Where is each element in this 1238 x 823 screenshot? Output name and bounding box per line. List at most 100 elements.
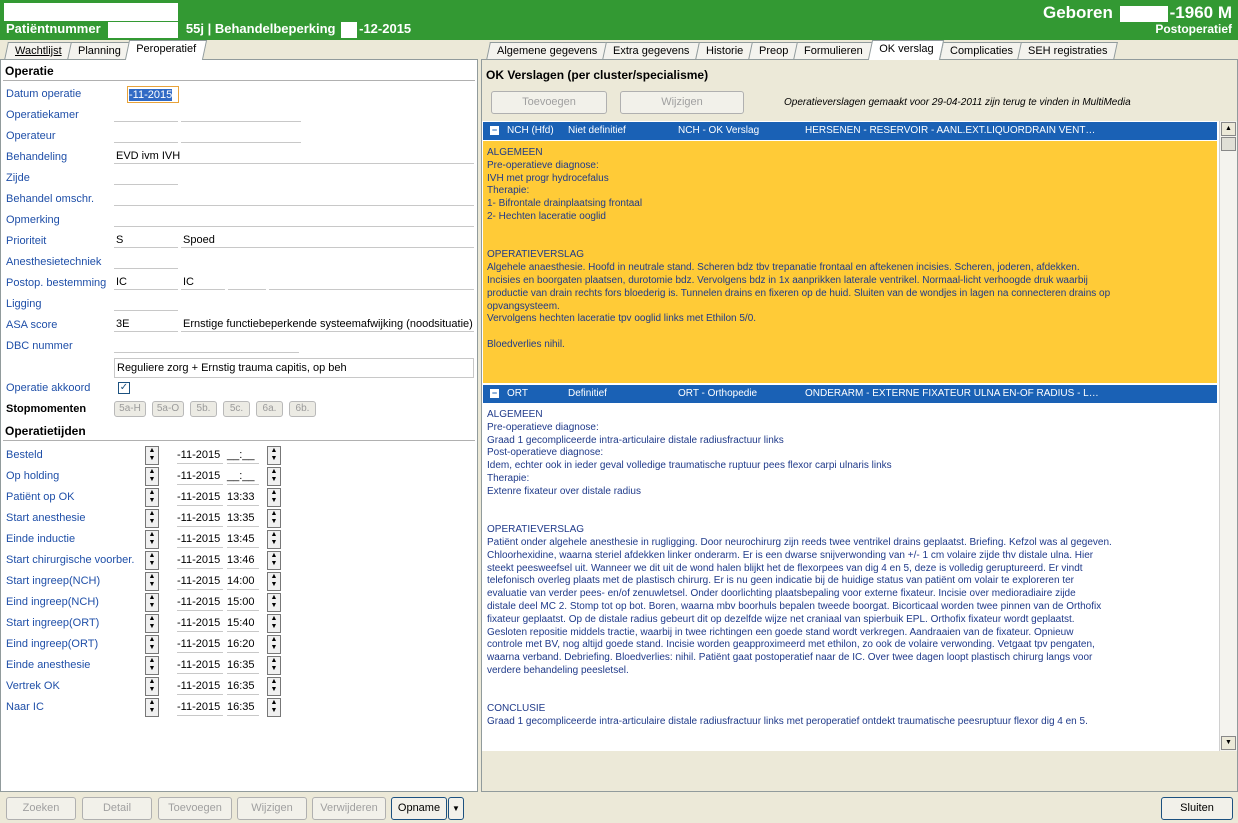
operatietijd-date[interactable]: -11-2015 [177, 615, 223, 632]
time-spinner-icon[interactable]: ▲ ▼ [267, 593, 281, 612]
operatietijd-date[interactable]: -11-2015 [177, 468, 223, 485]
asa-score-description-field[interactable]: Ernstige functiebeperkende systeemafwijk… [181, 316, 474, 332]
collapse-icon[interactable]: − [490, 126, 499, 135]
asa-score-code-field[interactable]: 3E [114, 316, 178, 332]
postop-bestemming-code-field[interactable]: IC [114, 274, 178, 290]
operatietijd-time[interactable]: 16:35 [227, 699, 259, 716]
operatietijd-date[interactable]: -11-2015 [177, 678, 223, 695]
operatietijd-date[interactable]: -11-2015 [177, 552, 223, 569]
behandeling-field[interactable]: EVD ivm IVH [114, 148, 474, 164]
date-spinner-icon[interactable]: ▲ ▼ [145, 551, 159, 570]
operatietijd-time[interactable]: 15:00 [227, 594, 259, 611]
operatietijd-time[interactable]: 16:20 [227, 636, 259, 653]
operatietijd-time[interactable]: __:__ [227, 447, 259, 464]
operatietijd-time[interactable]: 13:45 [227, 531, 259, 548]
verslag-wijzigen-button[interactable]: Wijzigen [620, 91, 744, 114]
time-spinner-icon[interactable]: ▲ ▼ [267, 656, 281, 675]
operatietijd-date[interactable]: -11-2015 [177, 699, 223, 716]
date-spinner-icon[interactable]: ▲ ▼ [145, 488, 159, 507]
sluiten-button[interactable]: Sluiten [1161, 797, 1233, 820]
tab-planning[interactable]: Planning [66, 42, 132, 60]
tab-peroperatief[interactable]: Peroperatief [125, 40, 208, 60]
report-header-nch[interactable]: − NCH (Hfd) Niet definitief NCH - OK Ver… [483, 122, 1217, 140]
tab-seh-registraties[interactable]: SEH registraties [1017, 42, 1119, 60]
time-spinner-icon[interactable]: ▲ ▼ [267, 509, 281, 528]
tab-ok-verslag[interactable]: OK verslag [867, 40, 945, 60]
tab-historie[interactable]: Historie [694, 42, 754, 60]
dbc-nummer-field[interactable] [114, 337, 299, 353]
operatietijd-time[interactable]: 13:35 [227, 510, 259, 527]
time-spinner-icon[interactable]: ▲ ▼ [267, 530, 281, 549]
detail-button[interactable]: Detail [82, 797, 152, 820]
tab-preop[interactable]: Preop [748, 42, 800, 60]
prioriteit-name-field[interactable]: Spoed [181, 232, 474, 248]
date-spinner-icon[interactable]: ▲ ▼ [145, 635, 159, 654]
operatietijd-date[interactable]: -11-2015 [177, 636, 223, 653]
operatietijd-time[interactable]: 16:35 [227, 678, 259, 695]
toevoegen-button[interactable]: Toevoegen [158, 797, 232, 820]
opname-dropdown-icon[interactable]: ▼ [448, 797, 464, 820]
zoeken-button[interactable]: Zoeken [6, 797, 76, 820]
date-spinner-icon[interactable]: ▲ ▼ [145, 656, 159, 675]
operatietijd-time[interactable]: 13:46 [227, 552, 259, 569]
time-spinner-icon[interactable]: ▲ ▼ [267, 572, 281, 591]
tab-formulieren[interactable]: Formulieren [793, 42, 874, 60]
date-spinner-icon[interactable]: ▲ ▼ [145, 530, 159, 549]
datum-operatie-field[interactable]: -11-2015 [127, 86, 179, 103]
wijzigen-button[interactable]: Wijzigen [237, 797, 307, 820]
operatietijd-time[interactable]: 15:40 [227, 615, 259, 632]
report-scrollbar[interactable]: ▲ ▼ [1219, 121, 1237, 751]
report-header-ort[interactable]: − ORT Definitief ORT - Orthopedie ONDERA… [483, 385, 1217, 403]
scroll-down-icon[interactable]: ▼ [1221, 736, 1236, 750]
scroll-thumb[interactable] [1221, 137, 1236, 151]
ligging-field[interactable] [114, 295, 178, 311]
time-spinner-icon[interactable]: ▲ ▼ [267, 698, 281, 717]
date-spinner-icon[interactable]: ▲ ▼ [145, 572, 159, 591]
time-spinner-icon[interactable]: ▲ ▼ [267, 446, 281, 465]
operatie-akkoord-checkbox[interactable]: ✓ [118, 382, 130, 394]
behandel-omschr-field[interactable] [114, 190, 474, 206]
tab-wachtlijst[interactable]: Wachtlijst [4, 42, 73, 60]
date-spinner-icon[interactable]: ▲ ▼ [145, 677, 159, 696]
operatietijd-date[interactable]: -11-2015 [177, 573, 223, 590]
collapse-icon[interactable]: − [490, 389, 499, 398]
operatietijd-date[interactable]: -11-2015 [177, 447, 223, 464]
operatietijd-time[interactable]: 16:35 [227, 657, 259, 674]
operatietijd-date[interactable]: -11-2015 [177, 594, 223, 611]
dbc-description-field[interactable]: Reguliere zorg + Ernstig trauma capitis,… [114, 358, 474, 378]
date-spinner-icon[interactable]: ▲ ▼ [145, 467, 159, 486]
date-spinner-icon[interactable]: ▲ ▼ [145, 698, 159, 717]
date-spinner-icon[interactable]: ▲ ▼ [145, 593, 159, 612]
operateur-name-field[interactable] [181, 127, 301, 143]
operatietijd-time[interactable]: __:__ [227, 468, 259, 485]
operatietijd-date[interactable]: -11-2015 [177, 657, 223, 674]
verwijderen-button[interactable]: Verwijderen [312, 797, 386, 820]
operatietijd-time[interactable]: 14:00 [227, 573, 259, 590]
postop-bestemming-field[interactable]: IC [181, 274, 225, 290]
date-spinner-icon[interactable]: ▲ ▼ [145, 614, 159, 633]
time-spinner-icon[interactable]: ▲ ▼ [267, 635, 281, 654]
verslag-toevoegen-button[interactable]: Toevoegen [491, 91, 607, 114]
opname-button[interactable]: Opname [391, 797, 447, 820]
operatietijd-date[interactable]: -11-2015 [177, 531, 223, 548]
scroll-up-icon[interactable]: ▲ [1221, 122, 1236, 136]
operatiekamer-code-field[interactable] [114, 106, 178, 122]
date-spinner-icon[interactable]: ▲ ▼ [145, 446, 159, 465]
time-spinner-icon[interactable]: ▲ ▼ [267, 467, 281, 486]
stop-5c-button[interactable]: 5c. [223, 401, 250, 417]
operatietijd-time[interactable]: 13:33 [227, 489, 259, 506]
operateur-code-field[interactable] [114, 127, 178, 143]
time-spinner-icon[interactable]: ▲ ▼ [267, 614, 281, 633]
time-spinner-icon[interactable]: ▲ ▼ [267, 677, 281, 696]
time-spinner-icon[interactable]: ▲ ▼ [267, 488, 281, 507]
tab-extra-gegevens[interactable]: Extra gegevens [602, 42, 701, 60]
operatietijd-date[interactable]: -11-2015 [177, 510, 223, 527]
postop-extra-field-2[interactable] [269, 274, 474, 290]
tab-complicaties[interactable]: Complicaties [938, 42, 1024, 60]
operatiekamer-name-field[interactable] [181, 106, 301, 122]
zijde-field[interactable] [114, 169, 178, 185]
date-spinner-icon[interactable]: ▲ ▼ [145, 509, 159, 528]
stop-6b-button[interactable]: 6b. [289, 401, 316, 417]
opmerking-field[interactable] [114, 211, 474, 227]
stop-5a-h-button[interactable]: 5a-H [114, 401, 146, 417]
